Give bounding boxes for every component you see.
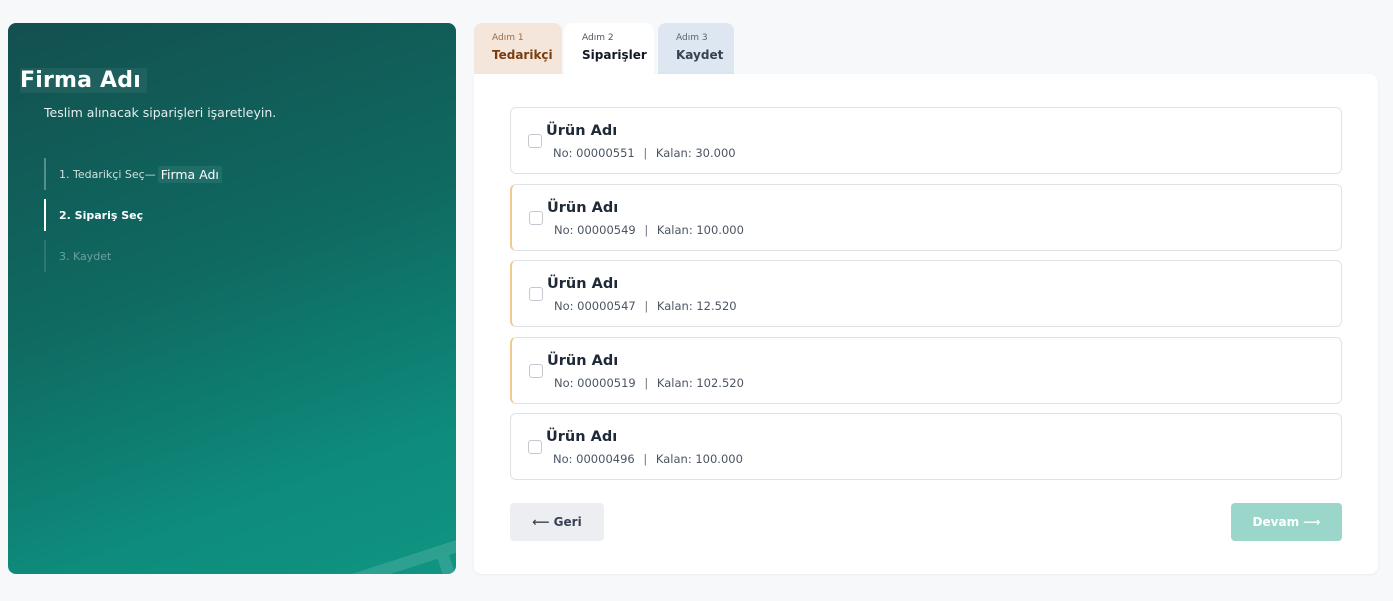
order-item[interactable]: Ürün Adı No: 00000519 | Kalan: 102.520	[510, 336, 1342, 404]
remaining-quantity: 100.000	[696, 222, 744, 237]
tab-title: Siparişler	[582, 48, 647, 62]
order-checkbox[interactable]	[528, 440, 542, 454]
step-label: 3. Kaydet	[59, 249, 112, 263]
order-no-label: No:	[553, 146, 573, 160]
product-name: Ürün Adı	[547, 199, 619, 216]
order-no-label: No:	[554, 299, 574, 313]
remaining-label: Kalan:	[655, 452, 692, 466]
order-item[interactable]: Ürün Adı No: 00000551 | Kalan: 30.000	[510, 107, 1342, 174]
tab-save[interactable]: Adım 3 Kaydet	[658, 23, 734, 75]
order-meta: No: 00000547 | Kalan: 12.520	[554, 299, 737, 313]
order-number: 00000551	[576, 146, 635, 160]
product-name: Ürün Adı	[546, 429, 618, 445]
order-meta: No: 00000519 | Kalan: 102.520	[554, 376, 744, 390]
back-button[interactable]: ⟵ Geri	[510, 503, 604, 541]
left-panel: Firma Adı Teslim alınacak siparişleri iş…	[8, 23, 456, 574]
orders-card: Ürün Adı No: 00000551 | Kalan: 30.000 Ür…	[474, 74, 1378, 574]
order-meta: No: 00000496 | Kalan: 100.000	[553, 452, 743, 466]
product-name: Ürün Adı	[547, 276, 619, 292]
remaining-quantity: 30.000	[695, 146, 736, 160]
step-selected-company: Firma Adı	[157, 165, 222, 183]
meta-separator: |	[644, 222, 649, 237]
remaining-label: Kalan:	[655, 146, 692, 160]
step-item-save: 3. Kaydet	[44, 240, 304, 272]
order-item[interactable]: Ürün Adı No: 00000496 | Kalan: 100.000	[510, 413, 1342, 480]
remaining-quantity: 102.520	[696, 375, 744, 390]
step-item-supplier[interactable]: 1. Tedarikçi Seç — Firma Adı	[44, 158, 304, 190]
step-label: 2. Sipariş Seç	[59, 208, 144, 222]
remaining-label: Kalan:	[656, 375, 693, 390]
next-button[interactable]: Devam ⟶	[1231, 503, 1342, 541]
tab-step-number: Adım 1	[492, 33, 524, 43]
order-item[interactable]: Ürün Adı No: 00000549 | Kalan: 100.000	[510, 183, 1342, 251]
tab-title: Tedarikçi	[492, 48, 553, 62]
order-list: Ürün Adı No: 00000551 | Kalan: 30.000 Ür…	[510, 107, 1342, 490]
tab-step-number: Adım 2	[582, 33, 614, 43]
step-list: 1. Tedarikçi Seç — Firma Adı 2. Sipariş …	[44, 158, 304, 281]
tab-orders[interactable]: Adım 2 Siparişler	[564, 23, 654, 75]
order-meta: No: 00000551 | Kalan: 30.000	[553, 146, 736, 160]
step-label: 1. Tedarikçi Seç	[59, 167, 145, 181]
order-checkbox[interactable]	[529, 210, 543, 225]
step-item-orders[interactable]: 2. Sipariş Seç	[44, 199, 304, 231]
order-number: 00000496	[576, 452, 635, 466]
order-no-label: No:	[554, 375, 574, 390]
tab-title: Kaydet	[676, 48, 724, 62]
order-meta: No: 00000549 | Kalan: 100.000	[554, 223, 744, 237]
remaining-label: Kalan:	[656, 299, 693, 313]
decorative-ladder-graphic	[339, 503, 456, 574]
company-title: Firma Adı	[20, 68, 147, 93]
meta-separator: |	[644, 299, 649, 313]
meta-separator: |	[644, 375, 649, 390]
order-number: 00000549	[577, 222, 636, 237]
meta-separator: |	[643, 452, 648, 466]
product-name: Ürün Adı	[546, 123, 618, 139]
remaining-quantity: 12.520	[696, 299, 737, 313]
tab-step-number: Adım 3	[676, 33, 708, 43]
order-no-label: No:	[553, 452, 573, 466]
order-no-label: No:	[554, 222, 574, 237]
product-name: Ürün Adı	[547, 352, 619, 369]
order-item[interactable]: Ürün Adı No: 00000547 | Kalan: 12.520	[510, 260, 1342, 327]
tab-supplier[interactable]: Adım 1 Tedarikçi	[474, 23, 562, 75]
panel-subtitle: Teslim alınacak siparişleri işaretleyin.	[44, 105, 277, 120]
meta-separator: |	[643, 146, 648, 160]
order-number: 00000547	[577, 299, 636, 313]
order-checkbox[interactable]	[529, 287, 543, 301]
remaining-quantity: 100.000	[695, 452, 743, 466]
remaining-label: Kalan:	[656, 222, 693, 237]
order-number: 00000519	[577, 375, 636, 390]
order-checkbox[interactable]	[528, 134, 542, 148]
order-checkbox[interactable]	[529, 363, 543, 378]
step-separator: —	[144, 167, 156, 181]
